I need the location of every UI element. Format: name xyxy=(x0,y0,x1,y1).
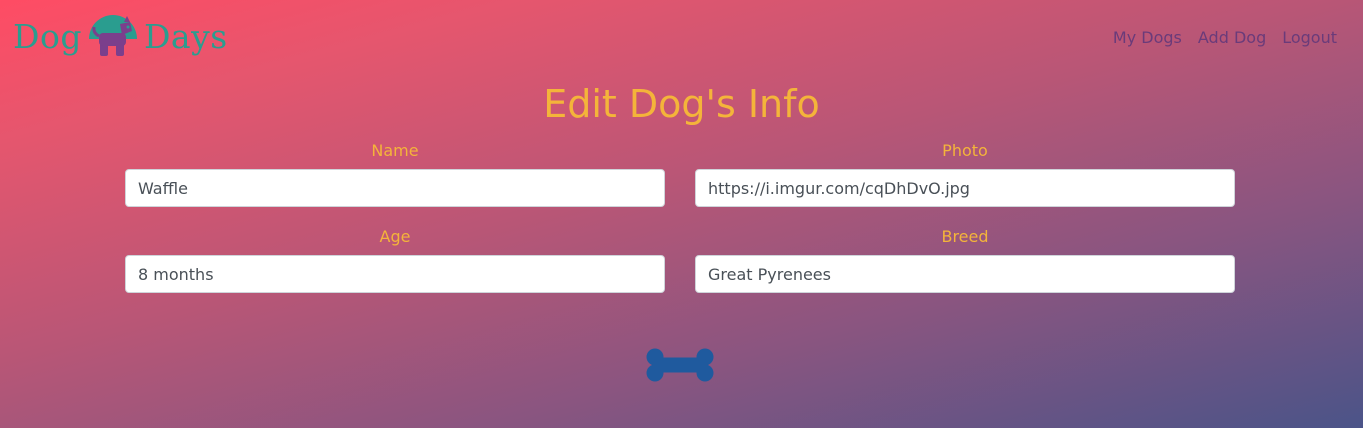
main-nav: My Dogs Add Dog Logout xyxy=(1113,28,1337,47)
age-field-group: Age xyxy=(125,227,665,293)
breed-label: Breed xyxy=(941,227,989,246)
brand-logo-link[interactable]: Dog Days xyxy=(13,9,228,63)
age-input[interactable] xyxy=(125,255,665,293)
breed-input[interactable] xyxy=(695,255,1235,293)
name-input[interactable] xyxy=(125,169,665,207)
nav-add-dog[interactable]: Add Dog xyxy=(1198,28,1266,47)
page-title: Edit Dog's Info xyxy=(543,82,820,126)
dog-logo-icon xyxy=(88,15,137,56)
photo-label: Photo xyxy=(942,141,988,160)
brand-text-right: Days xyxy=(143,16,228,56)
breed-field-group: Breed xyxy=(695,227,1235,293)
bone-icon xyxy=(646,348,714,382)
photo-field-group: Photo xyxy=(695,141,1235,207)
name-label: Name xyxy=(371,141,419,160)
brand-text-left: Dog xyxy=(13,16,82,56)
submit-bone-button[interactable] xyxy=(645,347,715,383)
photo-input[interactable] xyxy=(695,169,1235,207)
age-label: Age xyxy=(379,227,411,246)
nav-logout[interactable]: Logout xyxy=(1282,28,1337,47)
name-field-group: Name xyxy=(125,141,665,207)
nav-my-dogs[interactable]: My Dogs xyxy=(1113,28,1182,47)
